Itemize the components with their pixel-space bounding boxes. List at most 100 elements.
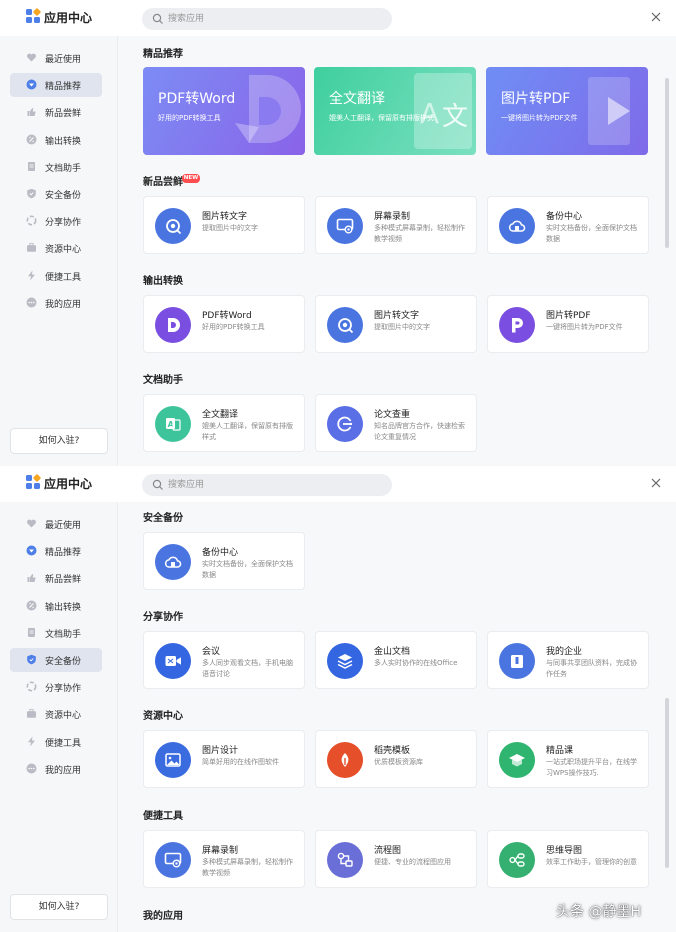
banner-title: 图片转PDF — [501, 91, 571, 107]
cloud-backup-icon — [499, 208, 535, 244]
sidebar: 最近使用精品推荐新品尝鲜输出转换文档助手安全备份分享协作资源中心便捷工具我的应用… — [0, 502, 118, 932]
pdf-d-icon — [235, 75, 301, 143]
app-card-desc: 效率工作助手，管理你的创意 — [546, 858, 637, 866]
app-card[interactable]: 图片设计 简单好用的在线作图软件 — [143, 730, 305, 788]
sidebar-item-1[interactable]: 精品推荐 — [10, 73, 102, 98]
scrollbar[interactable] — [665, 698, 669, 868]
app-card-desc: 实时文档备份，全面保护文档数据 — [202, 560, 293, 579]
app-card[interactable]: 屏幕录制 多种模式屏幕录制，轻松制作教学视频 — [315, 196, 477, 254]
sidebar-item-4[interactable]: 文档助手 — [10, 155, 102, 179]
banner-title: PDF转Word — [158, 91, 236, 107]
app-card[interactable]: 金山文档 多人实时协作的在线Office — [315, 631, 477, 689]
more-icon — [26, 297, 37, 308]
app-card-title: 备份中心 — [546, 212, 583, 222]
close-icon[interactable] — [649, 476, 663, 490]
sidebar-item-label: 新品尝鲜 — [45, 109, 82, 120]
sidebar-item-label: 文档助手 — [45, 163, 82, 174]
shield-icon — [27, 188, 36, 199]
sidebar-item-2[interactable]: 新品尝鲜 — [10, 100, 102, 124]
app-card[interactable]: 稻壳模板 优质模板资源库 — [315, 730, 477, 788]
sidebar-item-label: 输出转换 — [45, 602, 82, 613]
sidebar-item-7[interactable]: 资源中心 — [10, 236, 102, 260]
sidebar-item-8[interactable]: 便捷工具 — [10, 264, 102, 288]
header: 应用中心 — [0, 466, 676, 502]
sidebar-item-7[interactable]: 资源中心 — [10, 702, 102, 726]
section-title-my-apps: 我的应用 — [143, 911, 183, 922]
app-card[interactable]: 思维导图 效率工作助手，管理你的创意 — [487, 830, 649, 888]
app-card[interactable]: 我的企业 与同事共享团队资料，完成协作任务 — [487, 631, 649, 689]
app-card[interactable]: PDF转Word 好用的PDF转换工具 — [143, 295, 305, 353]
app-card[interactable]: 图片转PDF 一键将图片转为PDF文件 — [487, 295, 649, 353]
heart-icon — [27, 519, 36, 528]
search-bar[interactable] — [142, 8, 392, 30]
app-card-desc: 多种模式屏幕录制，轻松制作教学视频 — [374, 224, 465, 243]
sidebar-item-5[interactable]: 安全备份 — [10, 648, 102, 672]
screen-record-icon — [327, 208, 363, 244]
app-card[interactable]: 会议 多人同步观看文档，手机电脑语音讨论 — [143, 631, 305, 689]
app-card[interactable]: 备份中心 实时文档备份，全面保护文档数据 — [143, 532, 305, 590]
app-card[interactable]: 图片转文字 提取图片中的文字 — [315, 295, 477, 353]
banner-pdf-to-word[interactable]: PDF转Word 好用的PDF转换工具 — [143, 67, 305, 155]
search-bar[interactable] — [142, 474, 392, 496]
app-title: 应用中心 — [44, 477, 93, 491]
app-card-desc: 媲美人工翻译，保留原有排版样式 — [202, 422, 293, 441]
app-card[interactable]: 流程图 便捷、专业的流程图应用 — [315, 830, 477, 888]
search-input[interactable] — [168, 477, 378, 493]
app-card-desc: 多人实时协作的在线Office — [374, 659, 458, 667]
sidebar-item-0[interactable]: 最近使用 — [10, 512, 102, 536]
sidebar-item-4[interactable]: 文档助手 — [10, 621, 102, 645]
close-icon[interactable] — [649, 10, 663, 24]
banner-full-translation[interactable]: A文 全文翻译 媲美人工翻译，保留原有排版样式 — [314, 67, 476, 155]
sidebar-item-label: 精品推荐 — [45, 548, 82, 559]
sidebar-item-3[interactable]: 输出转换 — [10, 594, 102, 618]
app-card-desc: 便捷、专业的流程图应用 — [374, 858, 451, 866]
app-card[interactable]: 备份中心 实时文档备份，全面保护文档数据 — [487, 196, 649, 254]
more-icon — [26, 763, 37, 774]
app-card[interactable]: 论文查重 知名品牌官方合作，快速检索论文重复情况 — [315, 394, 477, 452]
scrollbar[interactable] — [665, 78, 669, 248]
how-to-join-button[interactable]: 如何入驻? — [10, 428, 108, 454]
app-card[interactable]: 图片转文字 提取图片中的文字 — [143, 196, 305, 254]
app-card-title: 我的企业 — [546, 647, 583, 657]
sidebar-item-3[interactable]: 输出转换 — [10, 128, 102, 152]
app-card-title: 图片设计 — [202, 746, 239, 756]
banner-subtitle: 媲美人工翻译，保留原有排版样式 — [329, 114, 434, 122]
sidebar-item-2[interactable]: 新品尝鲜 — [10, 566, 102, 590]
sidebar-item-9[interactable]: 我的应用 — [10, 291, 102, 315]
sidebar-item-9[interactable]: 我的应用 — [10, 757, 102, 781]
share-icon — [26, 681, 37, 692]
sidebar-item-label: 分享协作 — [45, 218, 82, 229]
app-card[interactable]: 屏幕录制 多种模式屏幕录制，轻松制作教学视频 — [143, 830, 305, 888]
shield-icon — [27, 654, 36, 665]
mindmap-icon — [499, 842, 535, 878]
sidebar-item-6[interactable]: 分享协作 — [10, 675, 102, 699]
search-input[interactable] — [168, 11, 378, 27]
app-card-title: 图片转PDF — [546, 311, 591, 321]
plagiarism-check-icon — [327, 406, 363, 442]
sidebar-item-6[interactable]: 分享协作 — [10, 209, 102, 233]
app-card-title: 精品课 — [546, 746, 574, 756]
lightning-icon — [28, 270, 35, 281]
app-card-title: PDF转Word — [202, 311, 252, 321]
sidebar: 最近使用精品推荐新品尝鲜输出转换文档助手安全备份分享协作资源中心便捷工具我的应用… — [0, 36, 118, 466]
document-icon — [28, 161, 35, 171]
meeting-icon — [155, 643, 191, 679]
app-card-title: 会议 — [202, 647, 221, 657]
cloud-backup-icon — [155, 544, 191, 580]
kdocs-icon — [327, 643, 363, 679]
banner-image-to-pdf[interactable]: 图片转PDF 一键将图片转为PDF文件 — [486, 67, 648, 155]
how-to-join-button[interactable]: 如何入驻? — [10, 894, 108, 920]
app-card[interactable]: 精品课 一站式职场提升平台，在线学习WPS操作技巧. — [487, 730, 649, 788]
sidebar-item-1[interactable]: 精品推荐 — [10, 539, 102, 563]
pdf-to-word-icon — [155, 307, 191, 343]
sidebar-item-8[interactable]: 便捷工具 — [10, 730, 102, 754]
sidebar-item-5[interactable]: 安全备份 — [10, 182, 102, 206]
diamond-icon — [26, 545, 37, 556]
watermark-text: 头条 @静墨H — [556, 904, 641, 920]
app-card-desc: 提取图片中的文字 — [374, 323, 430, 331]
sidebar-item-label: 分享协作 — [45, 684, 82, 695]
image-to-pdf-icon — [499, 307, 535, 343]
app-card[interactable]: A 全文翻译 媲美人工翻译，保留原有排版样式 — [143, 394, 305, 452]
sidebar-item-0[interactable]: 最近使用 — [10, 46, 102, 70]
main-content: 安全备份 分享协作 资源中心 便捷工具 我的应用 备份中心 实时文档备份，全面保护… — [118, 502, 676, 932]
